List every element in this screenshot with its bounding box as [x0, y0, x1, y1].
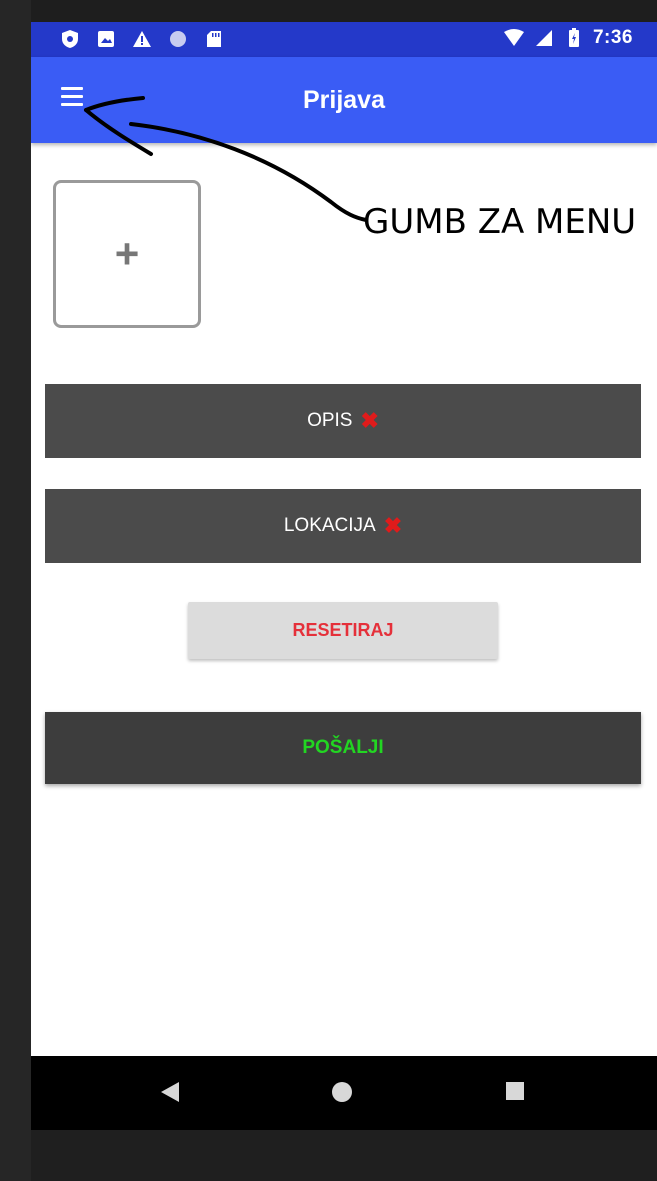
add-photo-button[interactable]: + [53, 180, 201, 328]
page-title: Prijava [302, 85, 385, 114]
home-circle-icon[interactable] [332, 1082, 352, 1102]
annotation-label: GUMB ZA MENU [363, 202, 637, 242]
hamburger-menu-icon[interactable] [61, 87, 85, 111]
status-time: 7:36 [592, 27, 633, 48]
status-bar: 7:36 [31, 22, 657, 57]
location-label: LOKACIJA [283, 515, 376, 536]
status-left-icons [59, 28, 225, 50]
location-button[interactable]: LOKACIJA ✖ [45, 489, 641, 563]
reset-button[interactable]: RESETIRAJ [188, 602, 498, 659]
status-right-icons: 7:36 [503, 27, 633, 49]
device-frame-left [0, 0, 31, 1181]
phone-screen: 7:36 Prijava GUMB ZA MENU + OPIS ✖ LOKAC… [31, 22, 657, 1130]
description-label: OPIS [307, 410, 353, 431]
warning-icon [131, 28, 153, 50]
send-button[interactable]: POŠALJI [45, 712, 641, 784]
red-x-icon: ✖ [383, 513, 403, 538]
image-icon [95, 28, 117, 50]
plus-icon: + [114, 230, 140, 277]
wifi-icon [503, 27, 525, 49]
circle-icon [167, 28, 189, 50]
signal-icon [533, 27, 555, 49]
battery-icon [563, 27, 585, 49]
navigation-bar [31, 1056, 657, 1130]
description-button[interactable]: OPIS ✖ [45, 384, 641, 458]
back-triangle-icon[interactable] [161, 1082, 179, 1102]
device-frame-top [0, 0, 657, 22]
shield-icon [59, 28, 81, 50]
recents-square-icon[interactable] [506, 1082, 524, 1100]
red-x-icon: ✖ [360, 408, 379, 433]
sd-card-icon [203, 28, 225, 50]
app-bar: Prijava [31, 57, 657, 143]
